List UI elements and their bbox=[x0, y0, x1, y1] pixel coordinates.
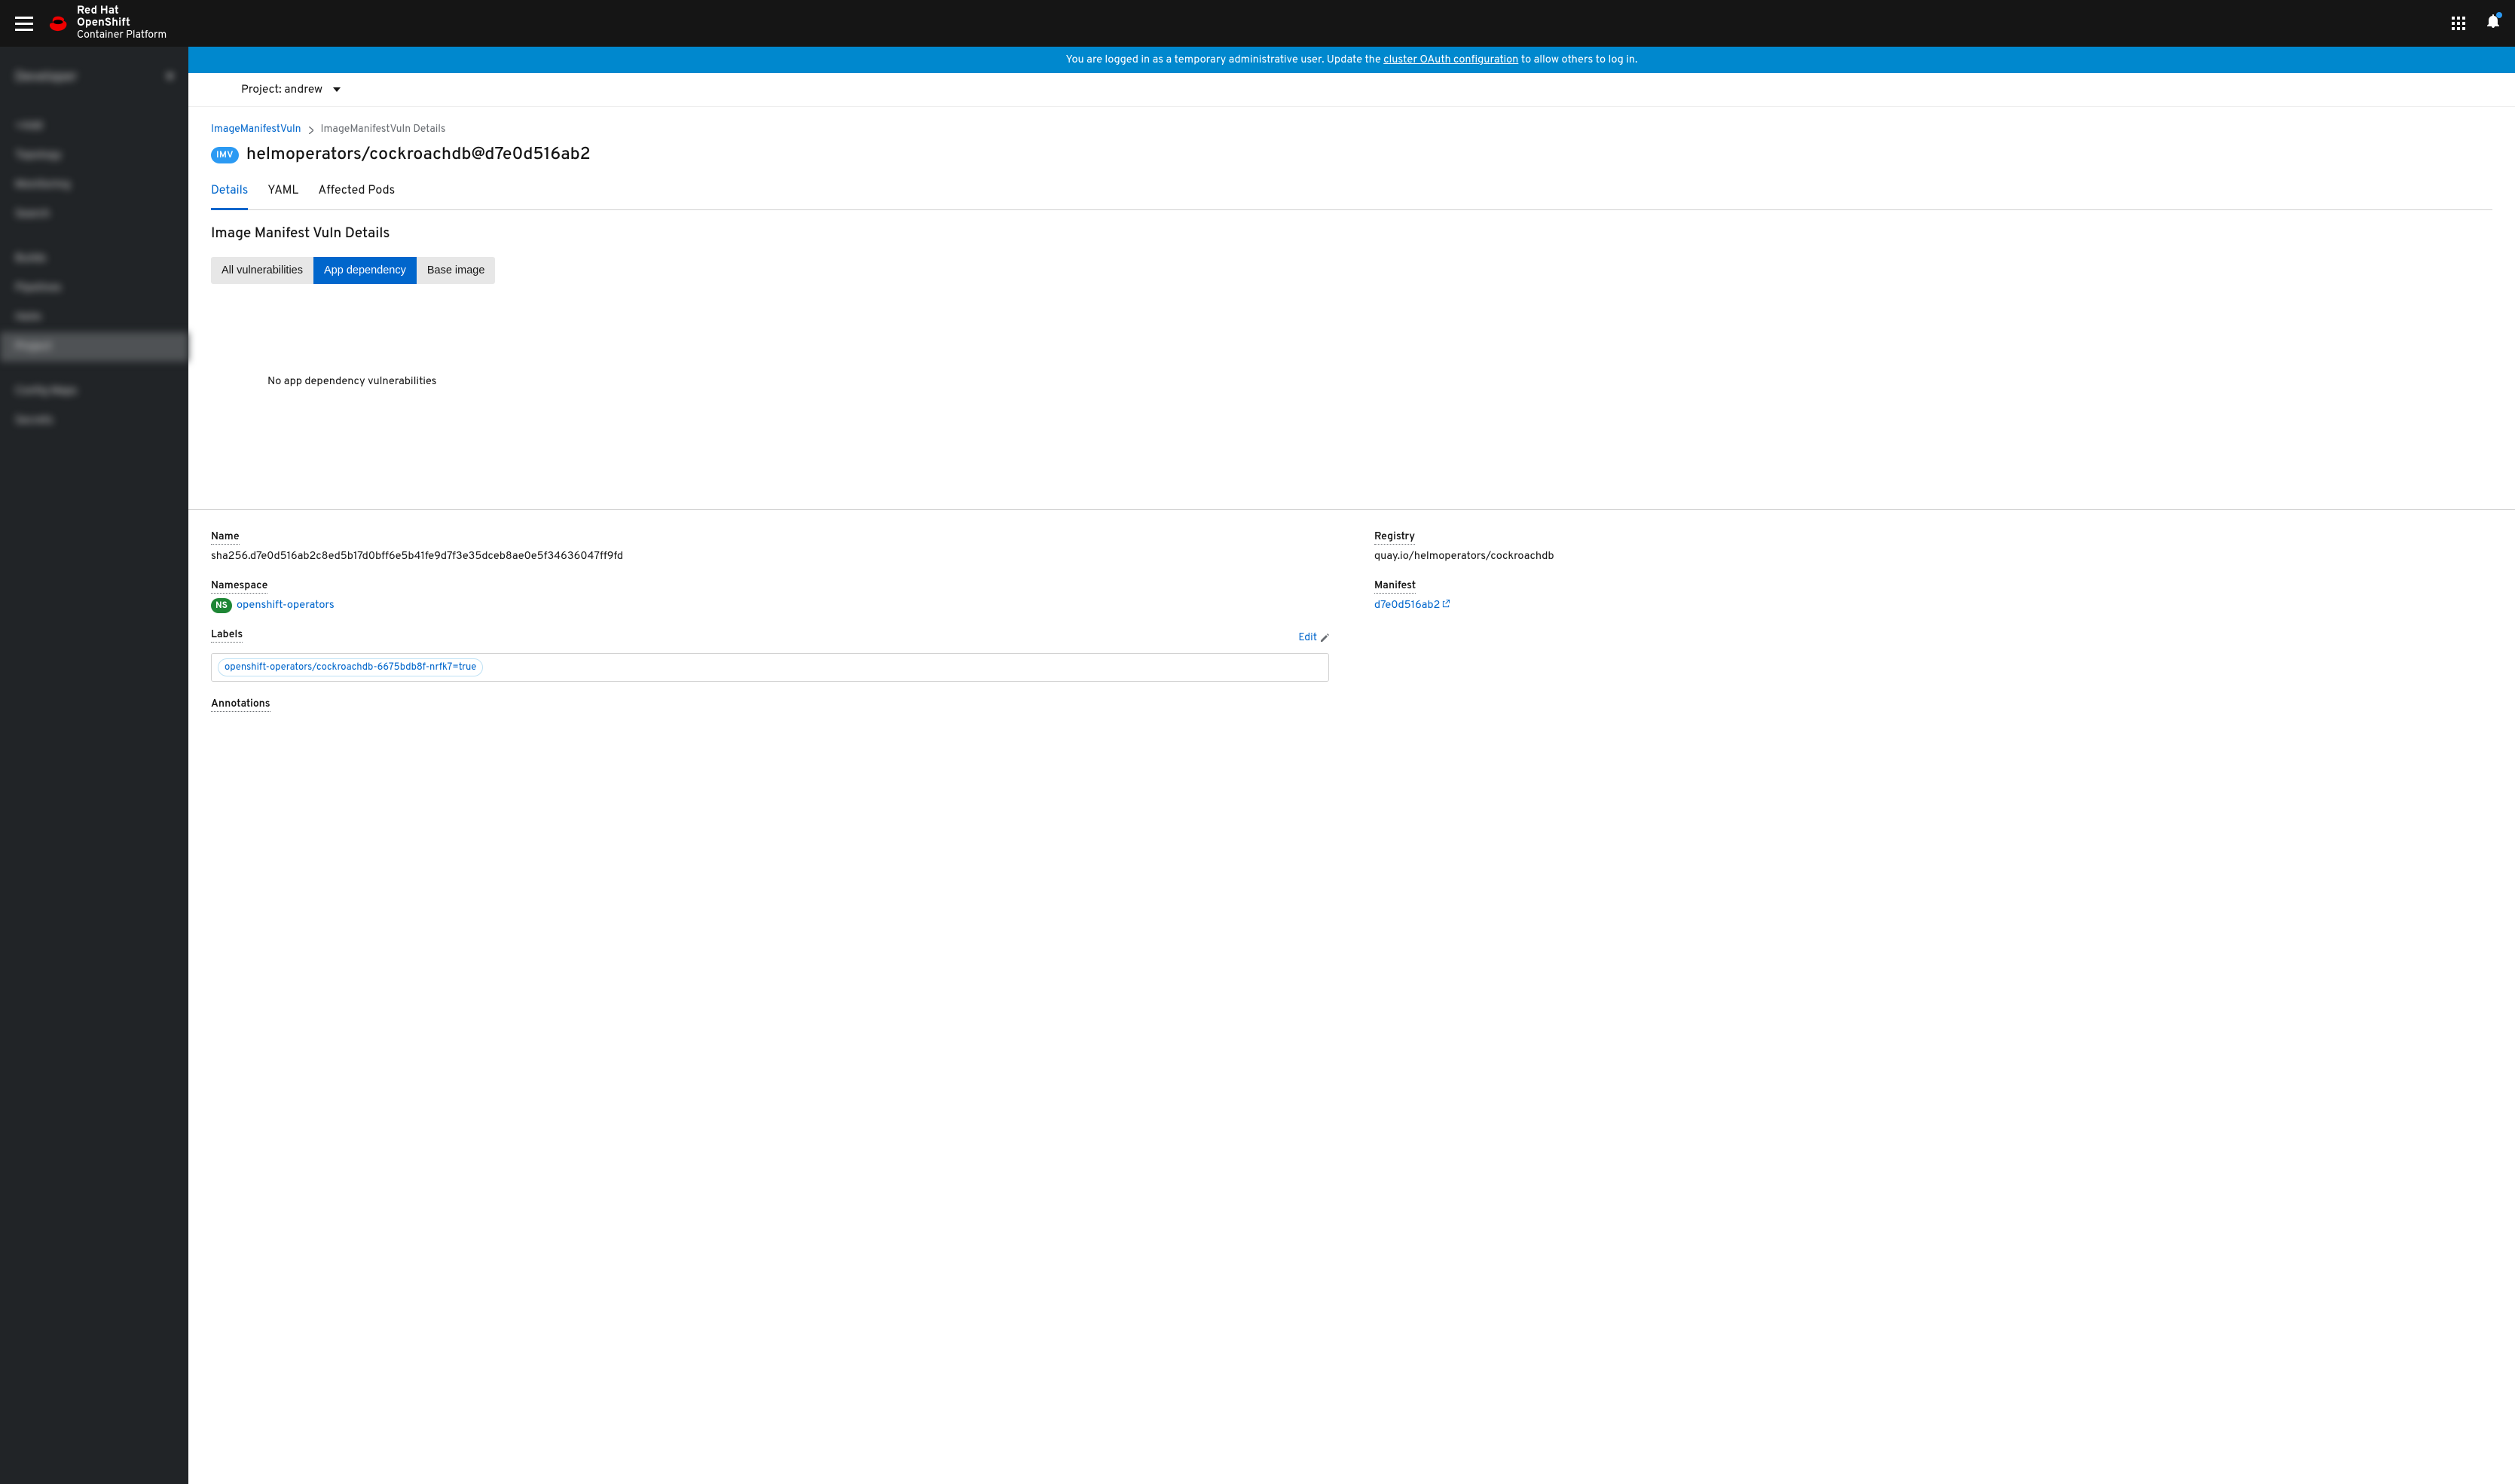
sidebar-item[interactable]: Monitoring bbox=[0, 170, 188, 200]
pencil-icon bbox=[1320, 634, 1329, 643]
brand-logo[interactable]: Red Hat OpenShift Container Platform bbox=[48, 5, 167, 41]
field-label-labels: Labels bbox=[211, 629, 243, 643]
labels-container: openshift-operators/cockroachdb-6675bdb8… bbox=[211, 653, 1329, 682]
tab-affected-pods[interactable]: Affected Pods bbox=[318, 179, 395, 209]
hamburger-menu-button[interactable] bbox=[15, 14, 33, 32]
tabs: Details YAML Affected Pods bbox=[211, 179, 2492, 210]
field-value-registry: quay.io/helmoperators/cockroachdb bbox=[1374, 549, 2492, 563]
sidebar-item[interactable]: +Add bbox=[0, 111, 188, 141]
sidebar-item[interactable]: Pipelines bbox=[0, 273, 188, 303]
filter-app-dependency[interactable]: App dependency bbox=[313, 257, 417, 284]
filter-base-image[interactable]: Base image bbox=[417, 257, 496, 284]
field-label-manifest: Manifest bbox=[1374, 580, 1416, 594]
perspective-switcher[interactable]: Developer▾ bbox=[0, 58, 188, 96]
filter-all-vulnerabilities[interactable]: All vulnerabilities bbox=[211, 257, 313, 284]
sidebar-item[interactable]: Search bbox=[0, 200, 188, 229]
details-grid: Name sha256.d7e0d516ab2c8ed5b17d0bff6e5b… bbox=[211, 531, 2492, 716]
section-title: Image Manifest Vuln Details bbox=[211, 225, 2492, 243]
field-label-annotations: Annotations bbox=[211, 698, 270, 712]
sidebar-item[interactable]: Config Maps bbox=[0, 377, 188, 406]
field-value-name: sha256.d7e0d516ab2c8ed5b17d0bff6e5b41fe9… bbox=[211, 549, 1329, 563]
main-content: You are logged in as a temporary adminis… bbox=[188, 47, 2515, 1484]
sidebar-item[interactable]: Topology bbox=[0, 141, 188, 170]
chevron-right-icon bbox=[309, 127, 313, 134]
breadcrumb-current: ImageManifestVuln Details bbox=[321, 124, 446, 136]
field-label-registry: Registry bbox=[1374, 531, 1415, 545]
notifications-button[interactable] bbox=[2486, 14, 2500, 32]
external-link-icon bbox=[1442, 600, 1450, 608]
redhat-fedora-icon bbox=[48, 15, 69, 32]
tab-details[interactable]: Details bbox=[211, 179, 248, 210]
label-chip[interactable]: openshift-operators/cockroachdb-6675bdb8… bbox=[218, 658, 483, 676]
edit-labels-button[interactable]: Edit bbox=[1298, 632, 1329, 645]
field-label-namespace: Namespace bbox=[211, 580, 267, 594]
namespace-link[interactable]: openshift-operators bbox=[237, 598, 335, 612]
masthead: Red Hat OpenShift Container Platform bbox=[0, 0, 2515, 47]
warning-banner: You are logged in as a temporary adminis… bbox=[188, 47, 2515, 73]
sidebar-nav: Developer▾ +Add Topology Monitoring Sear… bbox=[0, 47, 188, 1484]
sidebar-item[interactable]: Helm bbox=[0, 303, 188, 332]
caret-down-icon bbox=[333, 87, 341, 92]
page-title: helmoperators/cockroachdb@d7e0d516ab2 bbox=[246, 144, 591, 166]
resource-badge: IMV bbox=[211, 147, 239, 163]
section-divider bbox=[188, 509, 2515, 510]
app-launcher-icon[interactable] bbox=[2452, 17, 2465, 30]
field-label-name: Name bbox=[211, 531, 240, 545]
sidebar-item[interactable]: Project bbox=[0, 332, 188, 362]
project-selector[interactable]: Project: andrew bbox=[188, 73, 2515, 107]
vuln-filter-group: All vulnerabilities App dependency Base … bbox=[211, 257, 495, 284]
empty-state-message: No app dependency vulnerabilities bbox=[211, 284, 2492, 509]
brand-text: Red Hat OpenShift Container Platform bbox=[77, 5, 167, 41]
sidebar-item[interactable]: Builds bbox=[0, 244, 188, 273]
manifest-link[interactable]: d7e0d516ab2 bbox=[1374, 598, 1450, 612]
oauth-config-link[interactable]: cluster OAuth configuration bbox=[1383, 53, 1518, 67]
tab-yaml[interactable]: YAML bbox=[267, 179, 298, 209]
sidebar-item[interactable]: Secrets bbox=[0, 406, 188, 435]
breadcrumb-root-link[interactable]: ImageManifestVuln bbox=[211, 124, 301, 136]
breadcrumb: ImageManifestVuln ImageManifestVuln Deta… bbox=[211, 124, 2492, 136]
notification-dot bbox=[2496, 12, 2502, 18]
namespace-badge: NS bbox=[211, 598, 232, 613]
